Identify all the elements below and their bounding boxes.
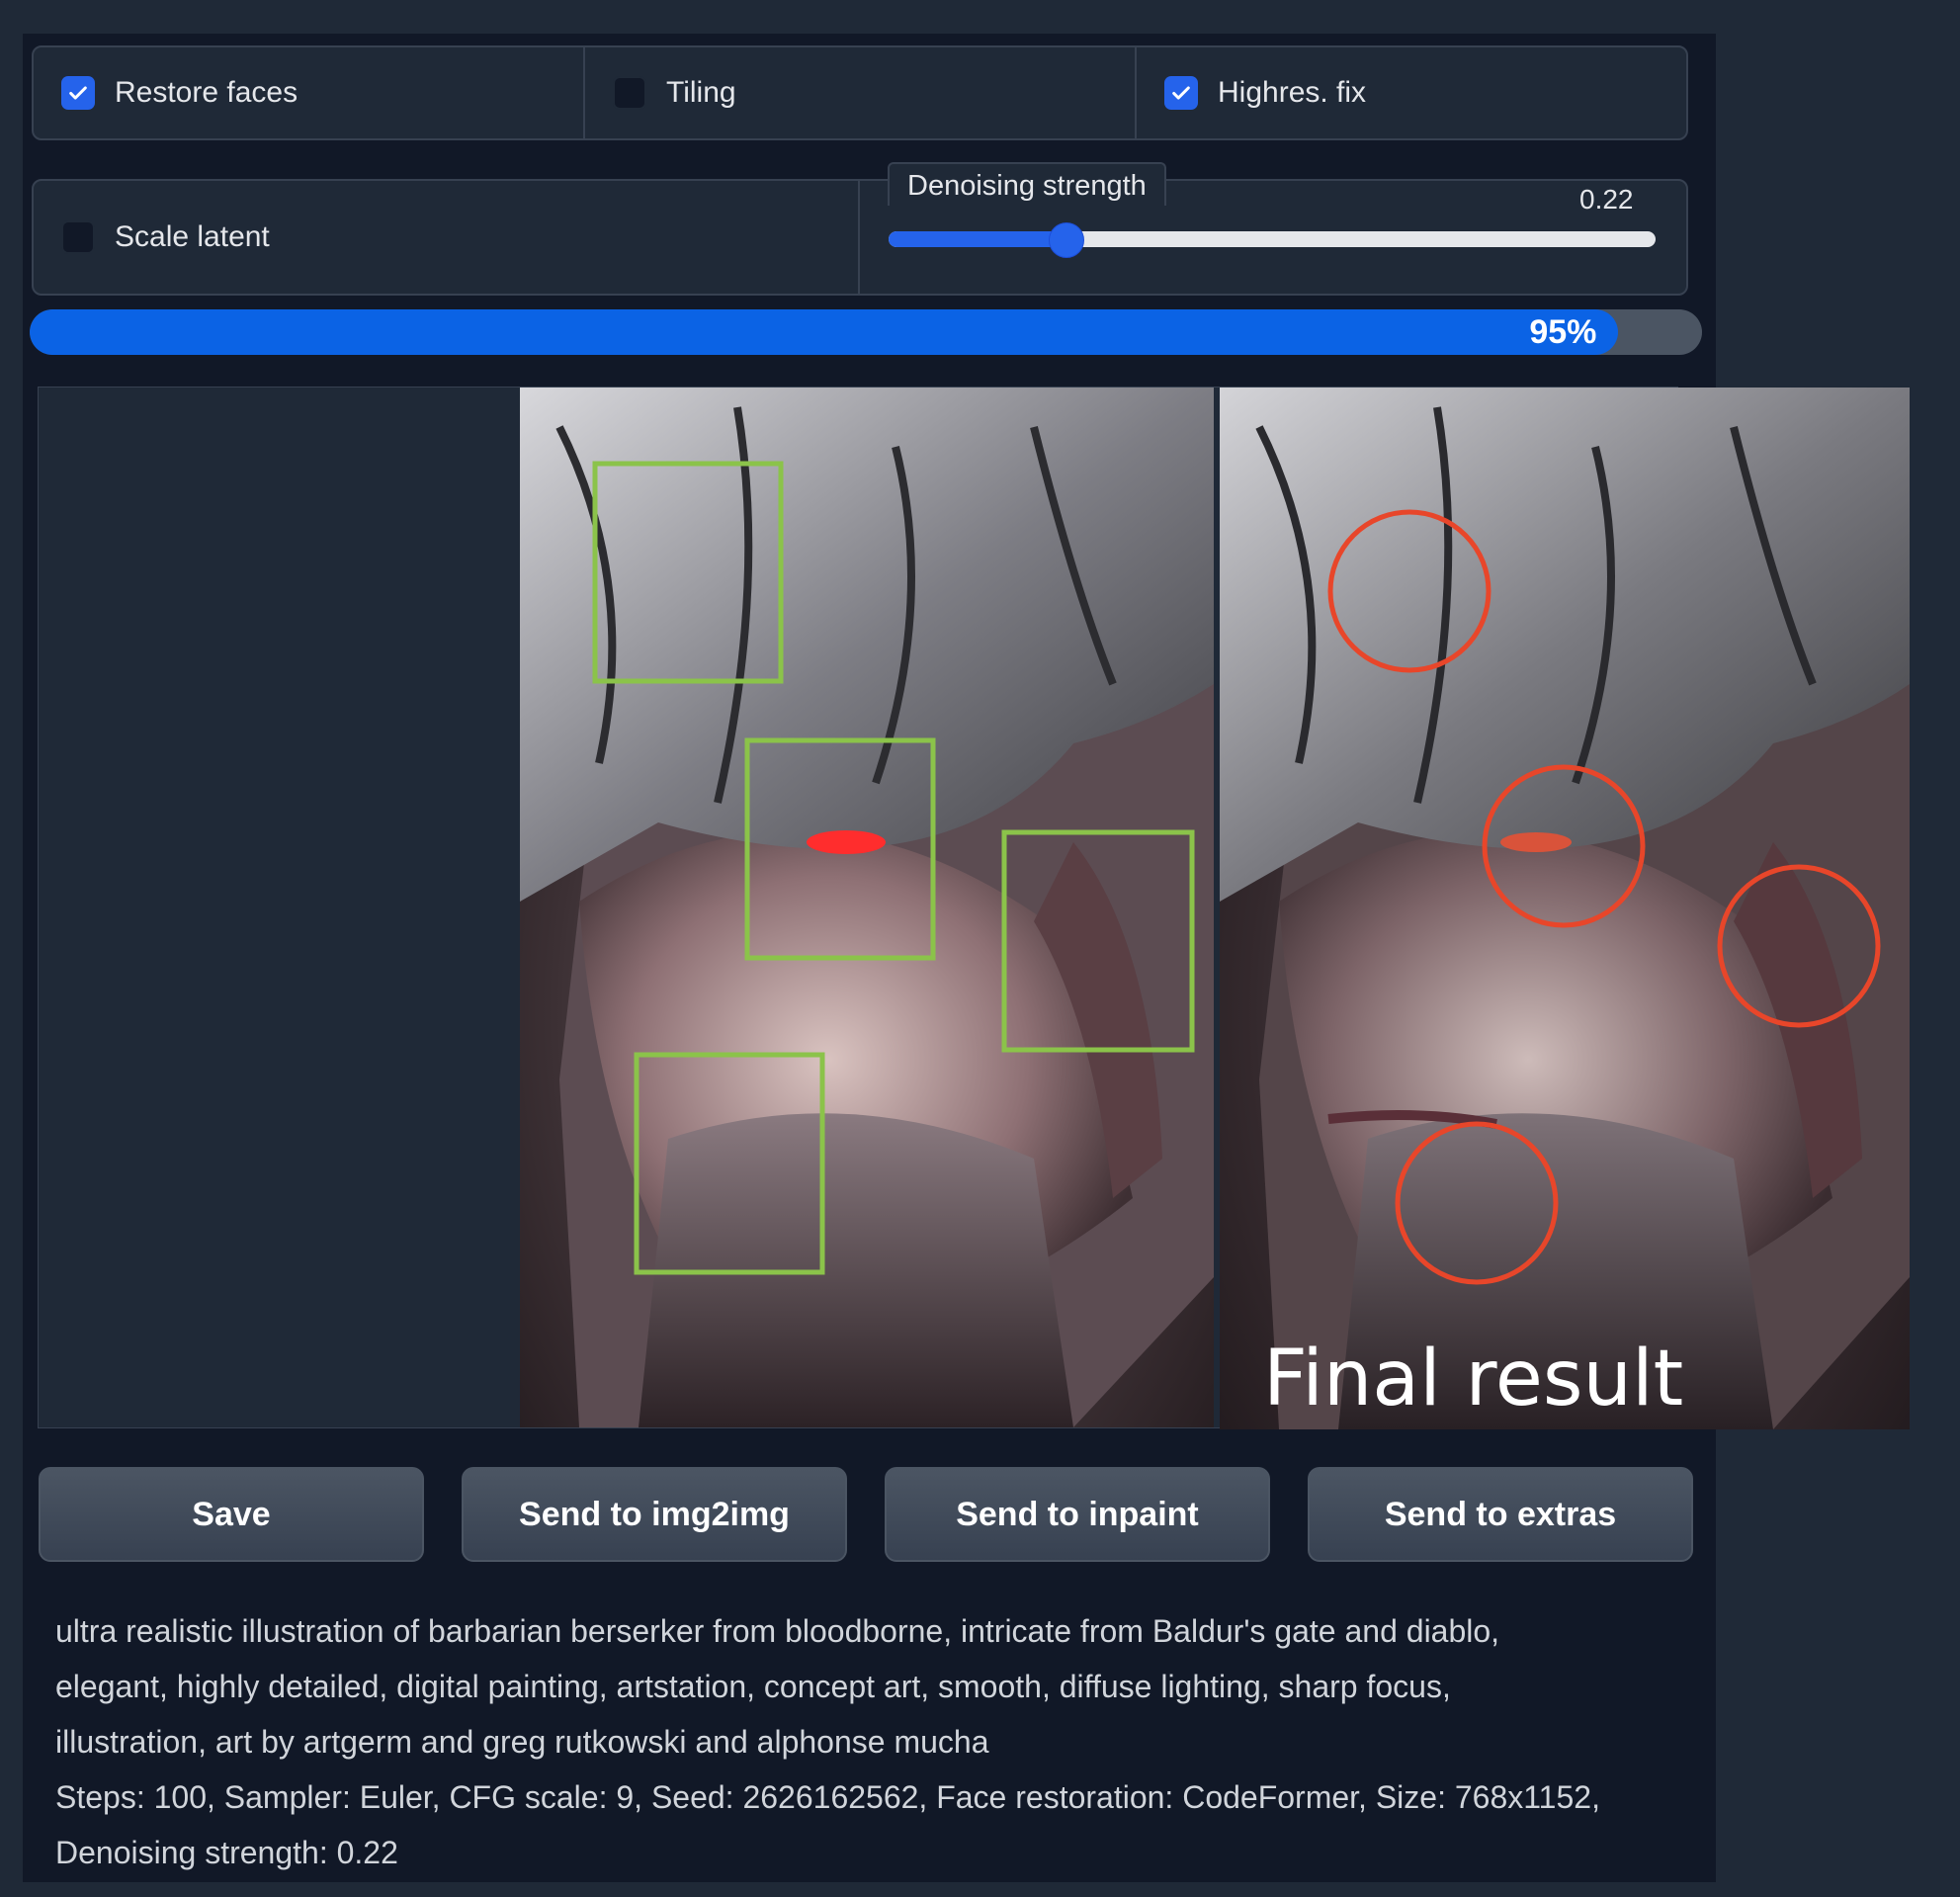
slider-fill [889, 231, 1058, 247]
generation-info: ultra realistic illustration of barbaria… [55, 1603, 1696, 1880]
scale-latent-option[interactable]: Scale latent [34, 181, 860, 294]
denoising-strength-label: Denoising strength [888, 162, 1166, 206]
save-button[interactable]: Save [39, 1467, 424, 1562]
send-to-img2img-button[interactable]: Send to img2img [462, 1467, 847, 1562]
parameters-line: Steps: 100, Sampler: Euler, CFG scale: 9… [55, 1779, 1600, 1815]
highres-fix-label: Highres. fix [1218, 76, 1367, 109]
prompt-line: elegant, highly detailed, digital painti… [55, 1669, 1451, 1704]
slider-thumb[interactable] [1049, 222, 1084, 258]
barbarian-portrait-image [1220, 388, 1910, 1429]
tiling-option[interactable]: Tiling [585, 47, 1137, 138]
highres-fix-checkbox[interactable] [1164, 76, 1198, 110]
check-icon [1172, 86, 1190, 100]
prompt-line: illustration, art by artgerm and greg ru… [55, 1724, 989, 1760]
tiling-label: Tiling [666, 76, 736, 109]
restore-faces-option[interactable]: Restore faces [34, 47, 585, 138]
scale-latent-checkbox[interactable] [61, 220, 95, 254]
scale-latent-label: Scale latent [115, 220, 270, 253]
denoising-strength-value[interactable]: 0.22 [1579, 184, 1634, 216]
parameters-line: Denoising strength: 0.22 [55, 1835, 398, 1870]
output-image-final[interactable] [1220, 388, 1910, 1429]
denoising-strength-slider[interactable] [889, 231, 1656, 247]
send-to-inpaint-button[interactable]: Send to inpaint [885, 1467, 1270, 1562]
output-image-before[interactable] [520, 388, 1214, 1427]
options-row: Restore faces Tiling Highres. fix [32, 45, 1688, 140]
progress-fill: 95% [30, 309, 1619, 355]
restore-faces-checkbox[interactable] [61, 76, 95, 110]
send-to-extras-button[interactable]: Send to extras [1308, 1467, 1693, 1562]
tiling-checkbox[interactable] [613, 76, 646, 110]
highres-fix-option[interactable]: Highres. fix [1137, 47, 1686, 138]
final-result-caption: Final result [1263, 1335, 1684, 1423]
progress-bar: 95% [30, 309, 1702, 355]
check-icon [69, 86, 87, 100]
prompt-line: ultra realistic illustration of barbaria… [55, 1613, 1500, 1649]
restore-faces-label: Restore faces [115, 76, 298, 109]
progress-text: 95% [1529, 312, 1597, 351]
barbarian-portrait-image [520, 388, 1214, 1427]
